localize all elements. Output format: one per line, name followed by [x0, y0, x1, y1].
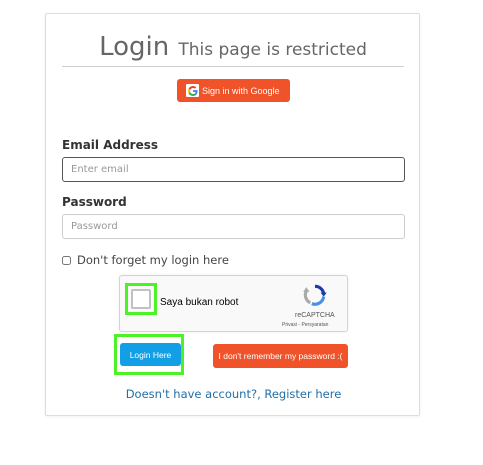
page-title: Login — [99, 32, 170, 62]
email-label: Email Address — [62, 138, 159, 152]
captcha-label: Saya bukan robot — [160, 297, 239, 308]
register-link[interactable]: Doesn't have account?, Register here — [46, 387, 421, 401]
login-card: Login This page is restricted Sign in wi… — [45, 13, 420, 416]
login-button[interactable]: Login Here — [120, 343, 181, 366]
captcha-checkbox[interactable] — [131, 289, 151, 309]
remember-login-label: Don't forget my login here — [77, 253, 229, 267]
login-header: Login This page is restricted — [62, 32, 404, 67]
page-subtitle: This page is restricted — [178, 40, 367, 60]
password-label: Password — [62, 195, 127, 209]
password-field[interactable] — [62, 214, 405, 239]
forgot-password-button[interactable]: I don't remember my password :( — [213, 344, 348, 368]
google-sign-in-button[interactable]: Sign in with Google — [177, 79, 290, 102]
captcha-highlight — [125, 283, 157, 315]
google-icon — [186, 84, 199, 97]
remember-login-checkbox[interactable] — [62, 255, 71, 265]
captcha-terms-link[interactable]: Privasi - Persyaratan — [282, 322, 328, 328]
login-button-highlight: Login Here — [114, 334, 184, 375]
captcha-brand: reCAPTCHA — [295, 312, 335, 319]
remember-login-row[interactable]: Don't forget my login here — [62, 253, 229, 267]
recaptcha-widget: Saya bukan robot reCAPTCHA Privasi - Per… — [119, 275, 348, 332]
recaptcha-icon — [303, 284, 327, 306]
google-sign-in-label: Sign in with Google — [202, 85, 280, 96]
email-field[interactable] — [62, 157, 405, 182]
